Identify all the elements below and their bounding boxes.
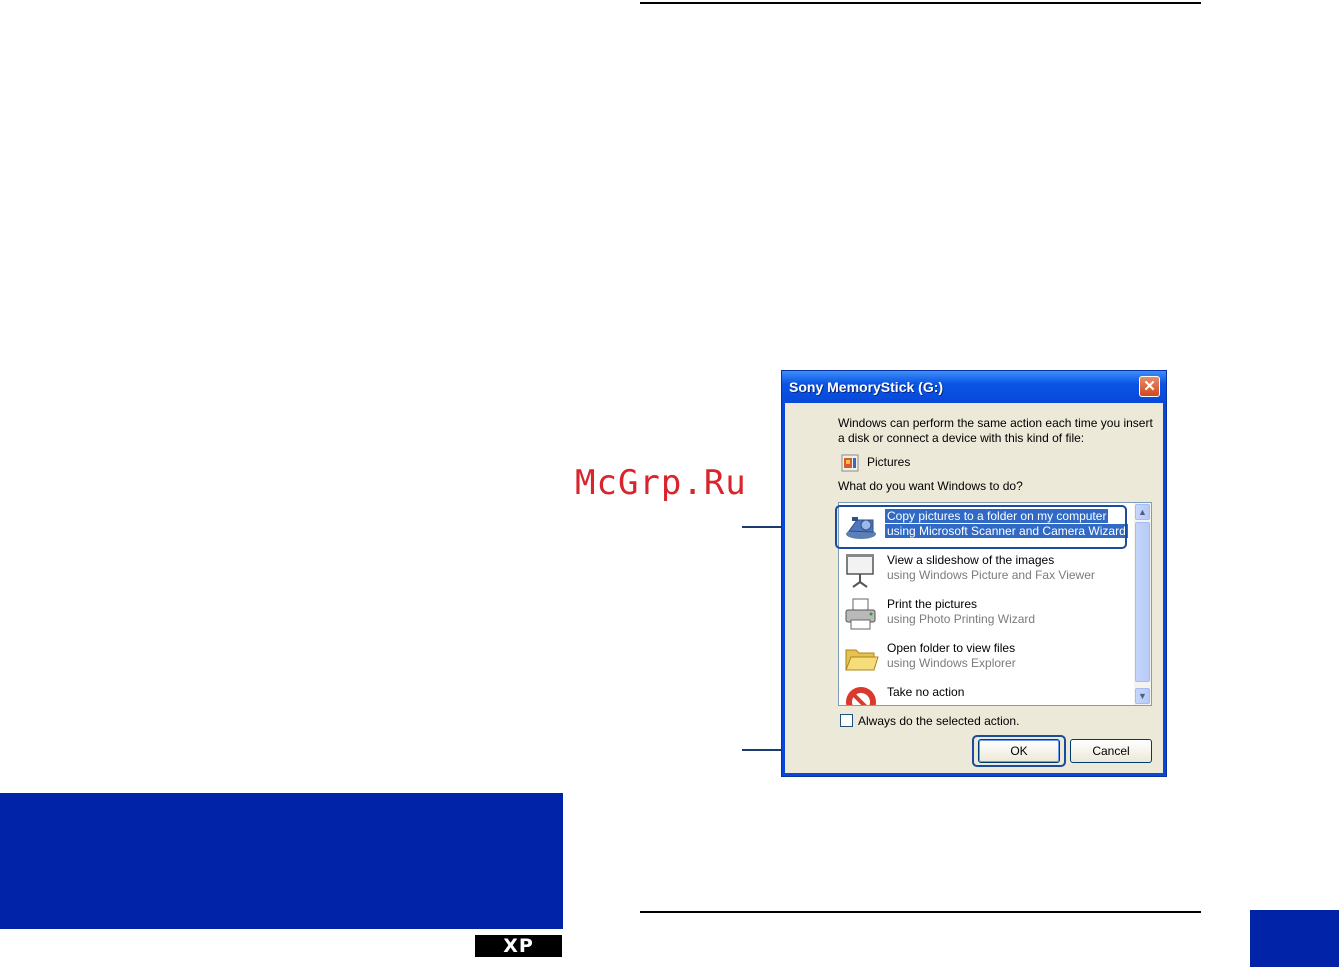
chevron-down-icon: ▼ — [1138, 691, 1147, 701]
page-number-tab — [1250, 910, 1339, 967]
content-type-label: Pictures — [867, 455, 911, 469]
dialog-title: Sony MemoryStick (G:) — [789, 379, 944, 395]
dialog-body: Windows can perform the same action each… — [785, 403, 1163, 773]
scroll-down-button[interactable]: ▼ — [1135, 688, 1150, 704]
xp-badge: XP — [475, 935, 562, 957]
dialog-intro-text: Windows can perform the same action each… — [838, 416, 1153, 445]
callout-highlight-selected-action — [835, 505, 1127, 549]
scroll-thumb[interactable] — [1135, 522, 1150, 682]
action-item-open-folder[interactable]: Open folder to view files using Windows … — [843, 638, 1133, 678]
action-item-print[interactable]: Print the pictures using Photo Printing … — [843, 594, 1133, 634]
always-do-checkbox[interactable] — [840, 714, 853, 727]
no-action-icon — [846, 687, 876, 705]
action-subtitle: using Windows Explorer — [887, 656, 1016, 670]
cancel-button[interactable]: Cancel — [1070, 739, 1152, 763]
top-rule — [640, 2, 1201, 4]
pictures-icon — [841, 454, 859, 472]
close-button[interactable]: ✕ — [1139, 376, 1160, 397]
always-do-label: Always do the selected action. — [858, 714, 1020, 728]
action-item-no-action[interactable]: Take no action — [843, 682, 1133, 705]
dialog-titlebar[interactable]: Sony MemoryStick (G:) ✕ — [782, 371, 1166, 403]
action-question: What do you want Windows to do? — [838, 479, 1023, 493]
action-subtitle: using Windows Picture and Fax Viewer — [887, 568, 1095, 582]
action-subtitle: using Photo Printing Wizard — [887, 612, 1036, 626]
action-title: Print the pictures — [887, 597, 978, 611]
callout-highlight-ok-button — [972, 735, 1066, 767]
section-header-block — [0, 793, 563, 929]
autoplay-dialog: Sony MemoryStick (G:) ✕ Windows can perf… — [781, 370, 1167, 777]
projector-screen-icon — [846, 554, 874, 588]
bottom-rule — [640, 911, 1201, 913]
close-icon: ✕ — [1143, 378, 1156, 395]
action-item-slideshow[interactable]: View a slideshow of the images using Win… — [843, 550, 1133, 590]
chevron-up-icon: ▲ — [1138, 507, 1147, 517]
action-title: Open folder to view files — [887, 641, 1016, 655]
printer-icon — [845, 598, 876, 630]
action-title: Take no action — [887, 685, 965, 699]
action-title: View a slideshow of the images — [887, 553, 1055, 567]
folder-icon — [845, 649, 879, 671]
scroll-up-button[interactable]: ▲ — [1135, 504, 1150, 520]
watermark: McGrp.Ru — [575, 463, 747, 503]
action-list-scrollbar[interactable]: ▲ ▼ — [1134, 503, 1151, 705]
